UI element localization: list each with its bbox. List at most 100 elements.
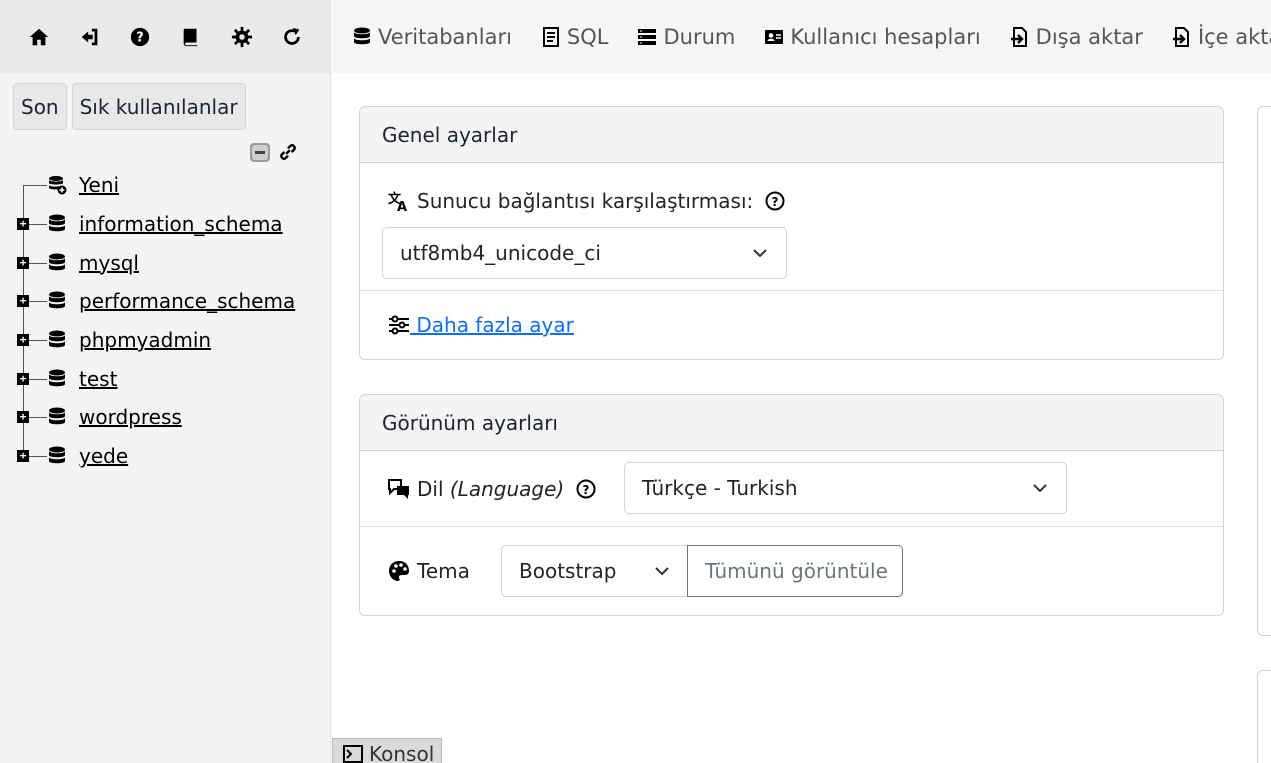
import-icon [1172,26,1189,47]
link-with-main-panel-icon[interactable] [277,141,299,163]
expand-icon[interactable]: + [17,334,29,347]
theme-select[interactable]: Bootstrap [501,545,689,597]
theme-label-text: Tema [417,559,470,583]
database-icon [354,27,370,44]
view-all-themes-button[interactable]: Tümünü görüntüle [687,545,903,597]
database-link[interactable]: mysql [79,251,139,275]
help-icon[interactable]: ? [127,24,153,50]
tab-label: Durum [663,24,736,49]
tree-item-test[interactable]: + test [0,359,331,398]
sliders-icon [389,315,409,335]
database-link[interactable]: wordpress [79,405,182,429]
sql-icon [542,26,559,47]
docs-icon[interactable] [178,24,204,50]
tab-label: Dışa aktar [1035,24,1143,49]
favorite-tables-button[interactable]: Sık kullanılanlar [71,83,246,130]
reload-icon[interactable] [279,24,305,50]
expand-icon[interactable]: + [17,372,29,385]
chevron-down-icon [1033,484,1047,493]
collation-row: 文A Sunucu bağlantısı karşılaştırması: ? … [360,163,1223,291]
tree-item-information-schema[interactable]: + information_schema [0,205,331,244]
users-icon [765,29,784,44]
language-label: Dil (Language) ? [388,477,603,501]
tree-item-mysql[interactable]: + mysql [0,243,331,282]
settings-icon[interactable] [229,24,255,50]
more-settings-label: Daha fazla ayar [410,313,574,337]
svg-text:?: ? [772,195,779,209]
tab-label: İçe aktar [1197,24,1271,49]
tab-sql[interactable]: SQL [541,25,608,49]
appearance-settings-card: Görünüm ayarları Dil (Language) ? Türkçe… [359,394,1224,616]
expand-icon[interactable]: + [17,218,29,231]
database-icon [49,369,65,387]
tab-user-accounts[interactable]: Kullanıcı hesapları [764,25,981,49]
svg-text:?: ? [583,483,590,497]
collation-label: 文A Sunucu bağlantısı karşılaştırması: ? [388,189,792,213]
top-menu: Veritabanları SQL Durum Kullanıcı hesapl… [332,0,1271,73]
home-icon[interactable] [26,24,52,50]
expand-icon[interactable]: + [17,450,29,463]
palette-icon [389,561,409,581]
database-icon [49,291,65,309]
tab-databases[interactable]: Veritabanları [352,25,512,49]
expand-icon[interactable]: + [17,256,29,269]
expand-icon[interactable]: + [17,411,29,424]
export-icon [1010,26,1027,47]
partial-card [1257,106,1271,636]
tab-status[interactable]: Durum [637,25,735,49]
tree-tools [249,141,299,163]
more-settings-row: Daha fazla ayar [360,291,1223,359]
help-icon[interactable]: ? [576,479,596,499]
card-title: Genel ayarlar [360,107,1223,163]
theme-value: Bootstrap [519,559,617,583]
database-link[interactable]: test [79,367,117,391]
partial-card [1257,670,1271,763]
chevron-down-icon [753,249,767,258]
recent-favorites-tabs: Son Sık kullanılanlar [13,83,246,130]
logout-icon[interactable] [77,24,103,50]
language-select[interactable]: Türkçe - Turkish [624,462,1067,514]
tab-label: Veritabanları [378,24,512,49]
tab-import[interactable]: İçe aktar [1172,25,1271,49]
database-icon [49,407,65,425]
database-link[interactable]: performance_schema [79,289,295,313]
database-link[interactable]: yede [79,444,128,468]
tree-item-new[interactable]: Yeni [0,166,331,205]
console-toggle[interactable]: Konsol [332,738,442,763]
language-value: Türkçe - Turkish [642,476,798,500]
card-title: Görünüm ayarları [360,395,1223,451]
collation-label-text: Sunucu bağlantısı karşılaştırması: [417,189,754,213]
database-icon [49,214,65,232]
language-chat-icon [388,479,409,499]
database-link[interactable]: Yeni [79,173,119,197]
new-database-icon [49,176,67,195]
help-icon[interactable]: ? [765,191,785,211]
navigation-sidebar: ? Son Sık kullanılanlar Yeni + informati… [0,0,331,763]
console-icon [343,744,363,763]
database-icon [49,330,65,348]
database-tree: Yeni + information_schema + mysql + perf… [0,166,331,476]
recent-tables-button[interactable]: Son [13,83,67,130]
database-link[interactable]: phpmyadmin [79,328,211,352]
database-link[interactable]: information_schema [79,212,283,236]
more-settings-link[interactable]: Daha fazla ayar [388,313,574,337]
svg-text:A: A [397,200,407,212]
navigation-icons-bar: ? [0,0,330,73]
expand-icon[interactable]: + [17,295,29,308]
status-icon [638,28,657,45]
theme-row: Tema Bootstrap Tümünü görüntüle [360,527,1223,615]
tab-export[interactable]: Dışa aktar [1010,25,1143,49]
tree-item-yede[interactable]: + yede [0,437,331,476]
svg-text:?: ? [136,30,143,45]
collation-value: utf8mb4_unicode_ci [400,241,601,265]
tree-item-performance-schema[interactable]: + performance_schema [0,282,331,321]
translate-icon: 文A [388,191,407,212]
language-row: Dil (Language) ? Türkçe - Turkish [360,451,1223,527]
collation-select[interactable]: utf8mb4_unicode_ci [382,227,787,279]
language-label-text: Dil [417,477,450,501]
language-label-english: (Language) [449,477,565,501]
collapse-all-icon[interactable] [249,141,271,163]
tree-item-wordpress[interactable]: + wordpress [0,398,331,437]
tree-item-phpmyadmin[interactable]: + phpmyadmin [0,321,331,360]
console-label: Konsol [369,741,435,763]
